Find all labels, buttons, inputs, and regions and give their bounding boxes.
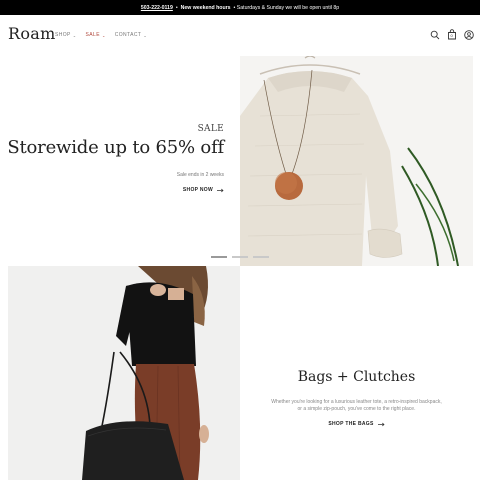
- announcement-bar: 503-222-0119 • New weekend hours • Satur…: [0, 0, 480, 15]
- cart-icon[interactable]: 0: [447, 29, 457, 40]
- account-icon[interactable]: [464, 29, 474, 40]
- announcement-separator: •: [175, 4, 178, 11]
- arrow-right-icon: [377, 422, 385, 426]
- slide-indicators: [211, 256, 269, 258]
- bags-model-image: [8, 266, 240, 480]
- site-header: Roam SHOP ⌄ SALE ⌄ CONTACT ⌄ 0: [0, 15, 480, 56]
- nav-item-shop[interactable]: SHOP ⌄: [55, 32, 77, 38]
- bags-description: Whether you're looking for a luxurious l…: [271, 399, 442, 413]
- chevron-down-icon: ⌄: [72, 32, 77, 38]
- announcement-hours-text: • Saturdays & Sunday we will be open unt…: [233, 4, 340, 11]
- slide-dot[interactable]: [253, 256, 269, 258]
- search-icon[interactable]: [430, 30, 440, 40]
- nav-item-sale[interactable]: SALE ⌄: [86, 32, 106, 38]
- hero-note: Sale ends in 2 weeks: [176, 172, 224, 178]
- site-logo[interactable]: Roam: [8, 24, 56, 43]
- hero-eyebrow: SALE: [197, 124, 224, 134]
- main-nav: SHOP ⌄ SALE ⌄ CONTACT ⌄: [55, 32, 147, 38]
- announcement-hours-label: New weekend hours: [180, 4, 231, 11]
- bags-collection-block: Bags + Clutches Whether you're looking f…: [240, 266, 473, 480]
- chevron-down-icon: ⌄: [101, 32, 106, 38]
- hero-sweater-image: [240, 56, 473, 266]
- cart-count-badge: 0: [450, 33, 453, 38]
- nav-item-contact[interactable]: CONTACT ⌄: [115, 32, 147, 38]
- shop-now-link[interactable]: SHOP NOW: [183, 187, 224, 193]
- shop-the-bags-label: SHOP THE BAGS: [328, 421, 374, 427]
- slide-dot[interactable]: [232, 256, 248, 258]
- nav-item-label: SHOP: [55, 32, 71, 38]
- nav-item-label: CONTACT: [114, 32, 142, 38]
- arrow-right-icon: [217, 188, 224, 192]
- hero-title: Storewide up to 65% off: [7, 137, 224, 158]
- hero-slideshow: SALE Storewide up to 65% off Sale ends i…: [0, 56, 480, 266]
- nav-item-label: SALE: [85, 32, 100, 38]
- slide-dot[interactable]: [211, 256, 227, 258]
- hero-content: SALE Storewide up to 65% off Sale ends i…: [7, 124, 224, 196]
- header-actions: 0: [430, 29, 474, 40]
- bags-title: Bags + Clutches: [297, 369, 416, 385]
- phone-link[interactable]: 503-222-0119: [141, 5, 173, 11]
- shop-the-bags-link[interactable]: SHOP THE BAGS: [240, 421, 473, 427]
- shop-now-label: SHOP NOW: [182, 187, 213, 193]
- chevron-down-icon: ⌄: [143, 32, 148, 38]
